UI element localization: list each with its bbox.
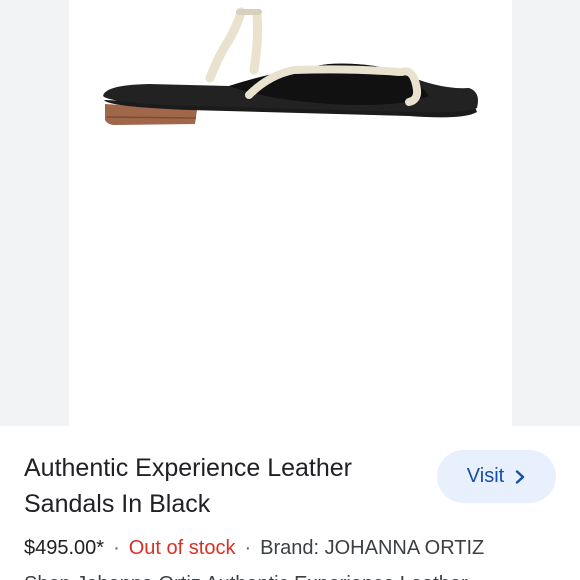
chevron-right-icon — [514, 469, 526, 484]
product-image-frame — [69, 0, 512, 426]
separator-dot: · — [113, 536, 120, 559]
stock-status: Out of stock — [128, 536, 236, 559]
product-price: $495.00* — [24, 536, 105, 559]
product-image[interactable] — [69, 0, 512, 426]
visit-button-label: Visit — [466, 465, 505, 487]
separator-dot: · — [244, 536, 252, 559]
product-meta-row: $495.00* · Out of stock · Brand: JOHANNA… — [24, 534, 484, 562]
product-description: Shop Johanna Ortiz Authentic Experience … — [24, 572, 564, 580]
visit-button[interactable]: Visit — [437, 450, 556, 503]
product-image-carousel[interactable] — [0, 0, 580, 426]
product-title: Authentic Experience Leather Sandals In … — [24, 454, 352, 518]
product-brand: Brand: JOHANNA ORTIZ — [260, 536, 485, 559]
